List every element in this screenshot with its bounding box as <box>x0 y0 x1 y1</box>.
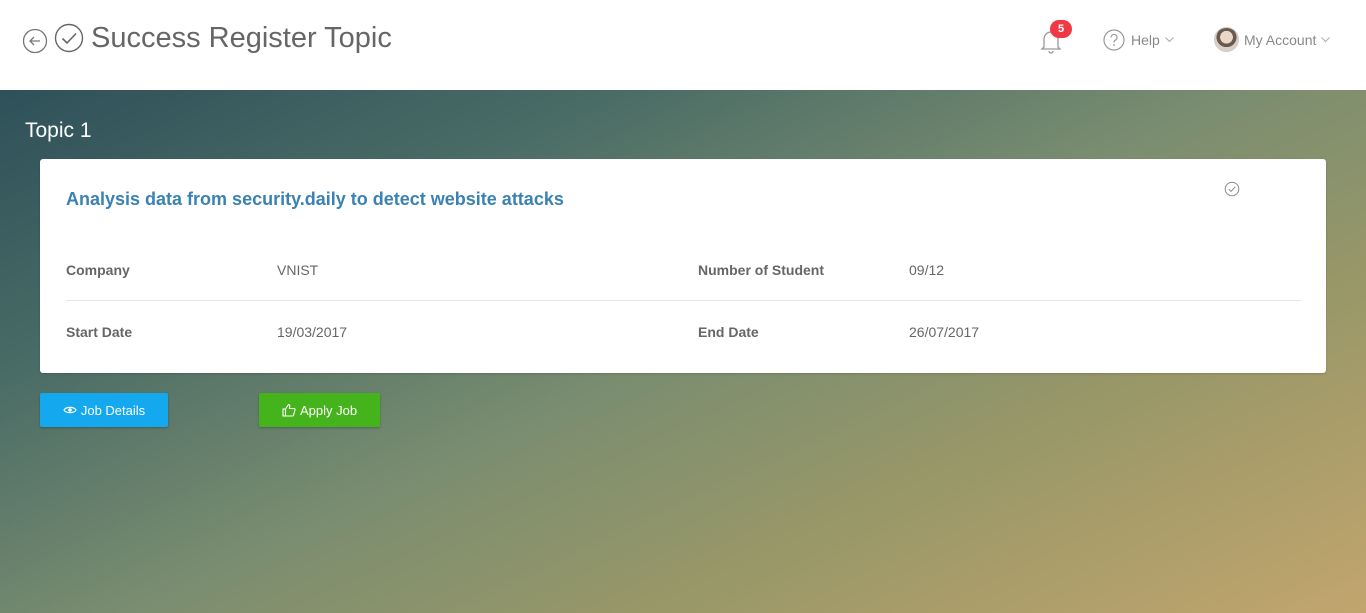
notification-badge: 5 <box>1050 20 1072 38</box>
apply-job-label: Apply Job <box>299 402 358 418</box>
topic-card: Analysis data from security.daily to det… <box>40 159 1326 373</box>
end-date-value: 26/07/2017 <box>909 324 980 340</box>
apply-job-button[interactable]: Apply Job <box>259 393 380 427</box>
company-value: VNIST <box>277 262 319 278</box>
job-details-button[interactable]: Job Details <box>40 393 168 427</box>
main-content: Topic 1 Analysis data from security.dail… <box>0 90 1366 613</box>
students-value: 09/12 <box>909 262 945 278</box>
back-arrow-icon[interactable] <box>22 28 48 54</box>
help-circle-icon <box>1103 29 1125 51</box>
end-date-label: End Date <box>698 324 759 340</box>
account-label: My Account <box>1244 31 1317 48</box>
top-bar: Success Register Topic 5 Help My Account <box>0 0 1366 90</box>
thumbs-up-icon <box>282 403 296 417</box>
account-menu[interactable]: My Account <box>1214 27 1331 52</box>
check-circle-icon <box>54 23 84 53</box>
chevron-down-icon <box>1321 36 1331 42</box>
help-menu[interactable]: Help <box>1103 29 1174 51</box>
eye-icon <box>63 406 77 414</box>
page-title: Success Register Topic <box>91 22 392 54</box>
company-label: Company <box>66 262 130 278</box>
divider <box>66 300 1301 301</box>
help-label: Help <box>1131 32 1160 48</box>
start-date-label: Start Date <box>66 324 133 340</box>
start-date-value: 19/03/2017 <box>277 324 348 340</box>
topic-heading: Topic 1 <box>25 119 92 142</box>
check-circle-icon <box>1224 181 1240 197</box>
avatar <box>1214 27 1239 52</box>
students-label: Number of Student <box>698 262 824 278</box>
topic-title[interactable]: Analysis data from security.daily to det… <box>66 189 564 210</box>
chevron-down-icon <box>1164 37 1174 43</box>
job-details-label: Job Details <box>80 402 146 418</box>
